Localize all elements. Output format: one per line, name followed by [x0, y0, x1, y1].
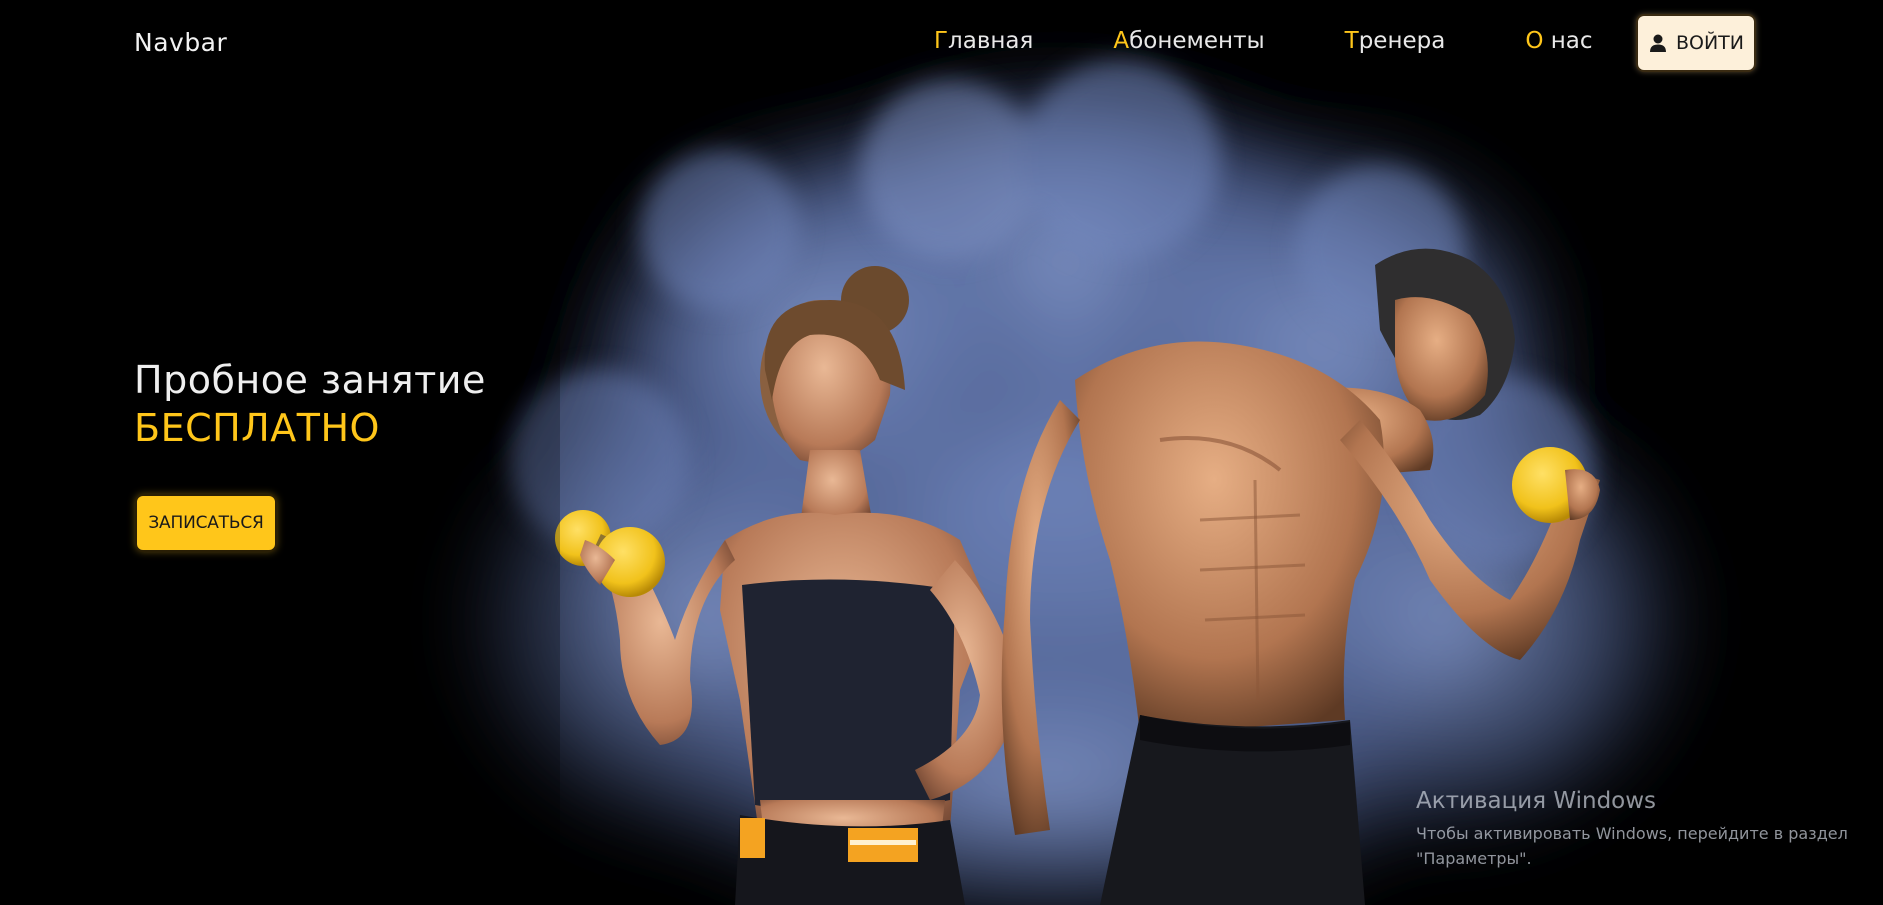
signup-button[interactable]: ЗАПИСАТЬСЯ: [135, 494, 277, 552]
windows-activation-line-2: "Параметры".: [1416, 849, 1532, 868]
navbar-brand[interactable]: Navbar: [134, 28, 227, 57]
nav-link-about-label: нас: [1543, 28, 1593, 54]
windows-activation-title: Активация Windows: [1416, 788, 1657, 814]
signup-button-label: ЗАПИСАТЬСЯ: [148, 513, 264, 533]
hero-image: [0, 0, 1710, 905]
nav-link-trainers-initial: Т: [1344, 28, 1359, 54]
navbar: Navbar Главная Абонементы Тренера О нас …: [0, 0, 1883, 88]
nav-link-memberships-initial: А: [1113, 28, 1130, 54]
login-button[interactable]: ВОЙТИ: [1636, 14, 1756, 72]
nav-link-memberships[interactable]: Абонементы: [1113, 28, 1264, 54]
nav-link-trainers-label: ренера: [1358, 28, 1446, 54]
login-button-label: ВОЙТИ: [1675, 32, 1745, 54]
hero-accent-text: БЕСПЛАТНО: [134, 406, 380, 450]
nav-link-about-initial: О: [1525, 28, 1544, 54]
nav-link-trainers[interactable]: Тренера: [1345, 28, 1446, 54]
nav-link-memberships-label: бонементы: [1129, 28, 1265, 54]
landing-page: Navbar Главная Абонементы Тренера О нас …: [0, 0, 1883, 905]
nav-link-home-initial: Г: [934, 28, 949, 54]
nav-link-home[interactable]: Главная: [934, 28, 1033, 54]
windows-activation-line-1: Чтобы активировать Windows, перейдите в …: [1416, 824, 1848, 843]
nav-link-home-label: лавная: [948, 28, 1034, 54]
user-icon: [1649, 34, 1666, 52]
nav-links: Главная Абонементы Тренера О нас: [934, 28, 1593, 54]
nav-link-about[interactable]: О нас: [1525, 28, 1592, 54]
windows-activation-message: Чтобы активировать Windows, перейдите в …: [1416, 821, 1866, 871]
hero-title: Пробное занятие: [134, 358, 486, 402]
